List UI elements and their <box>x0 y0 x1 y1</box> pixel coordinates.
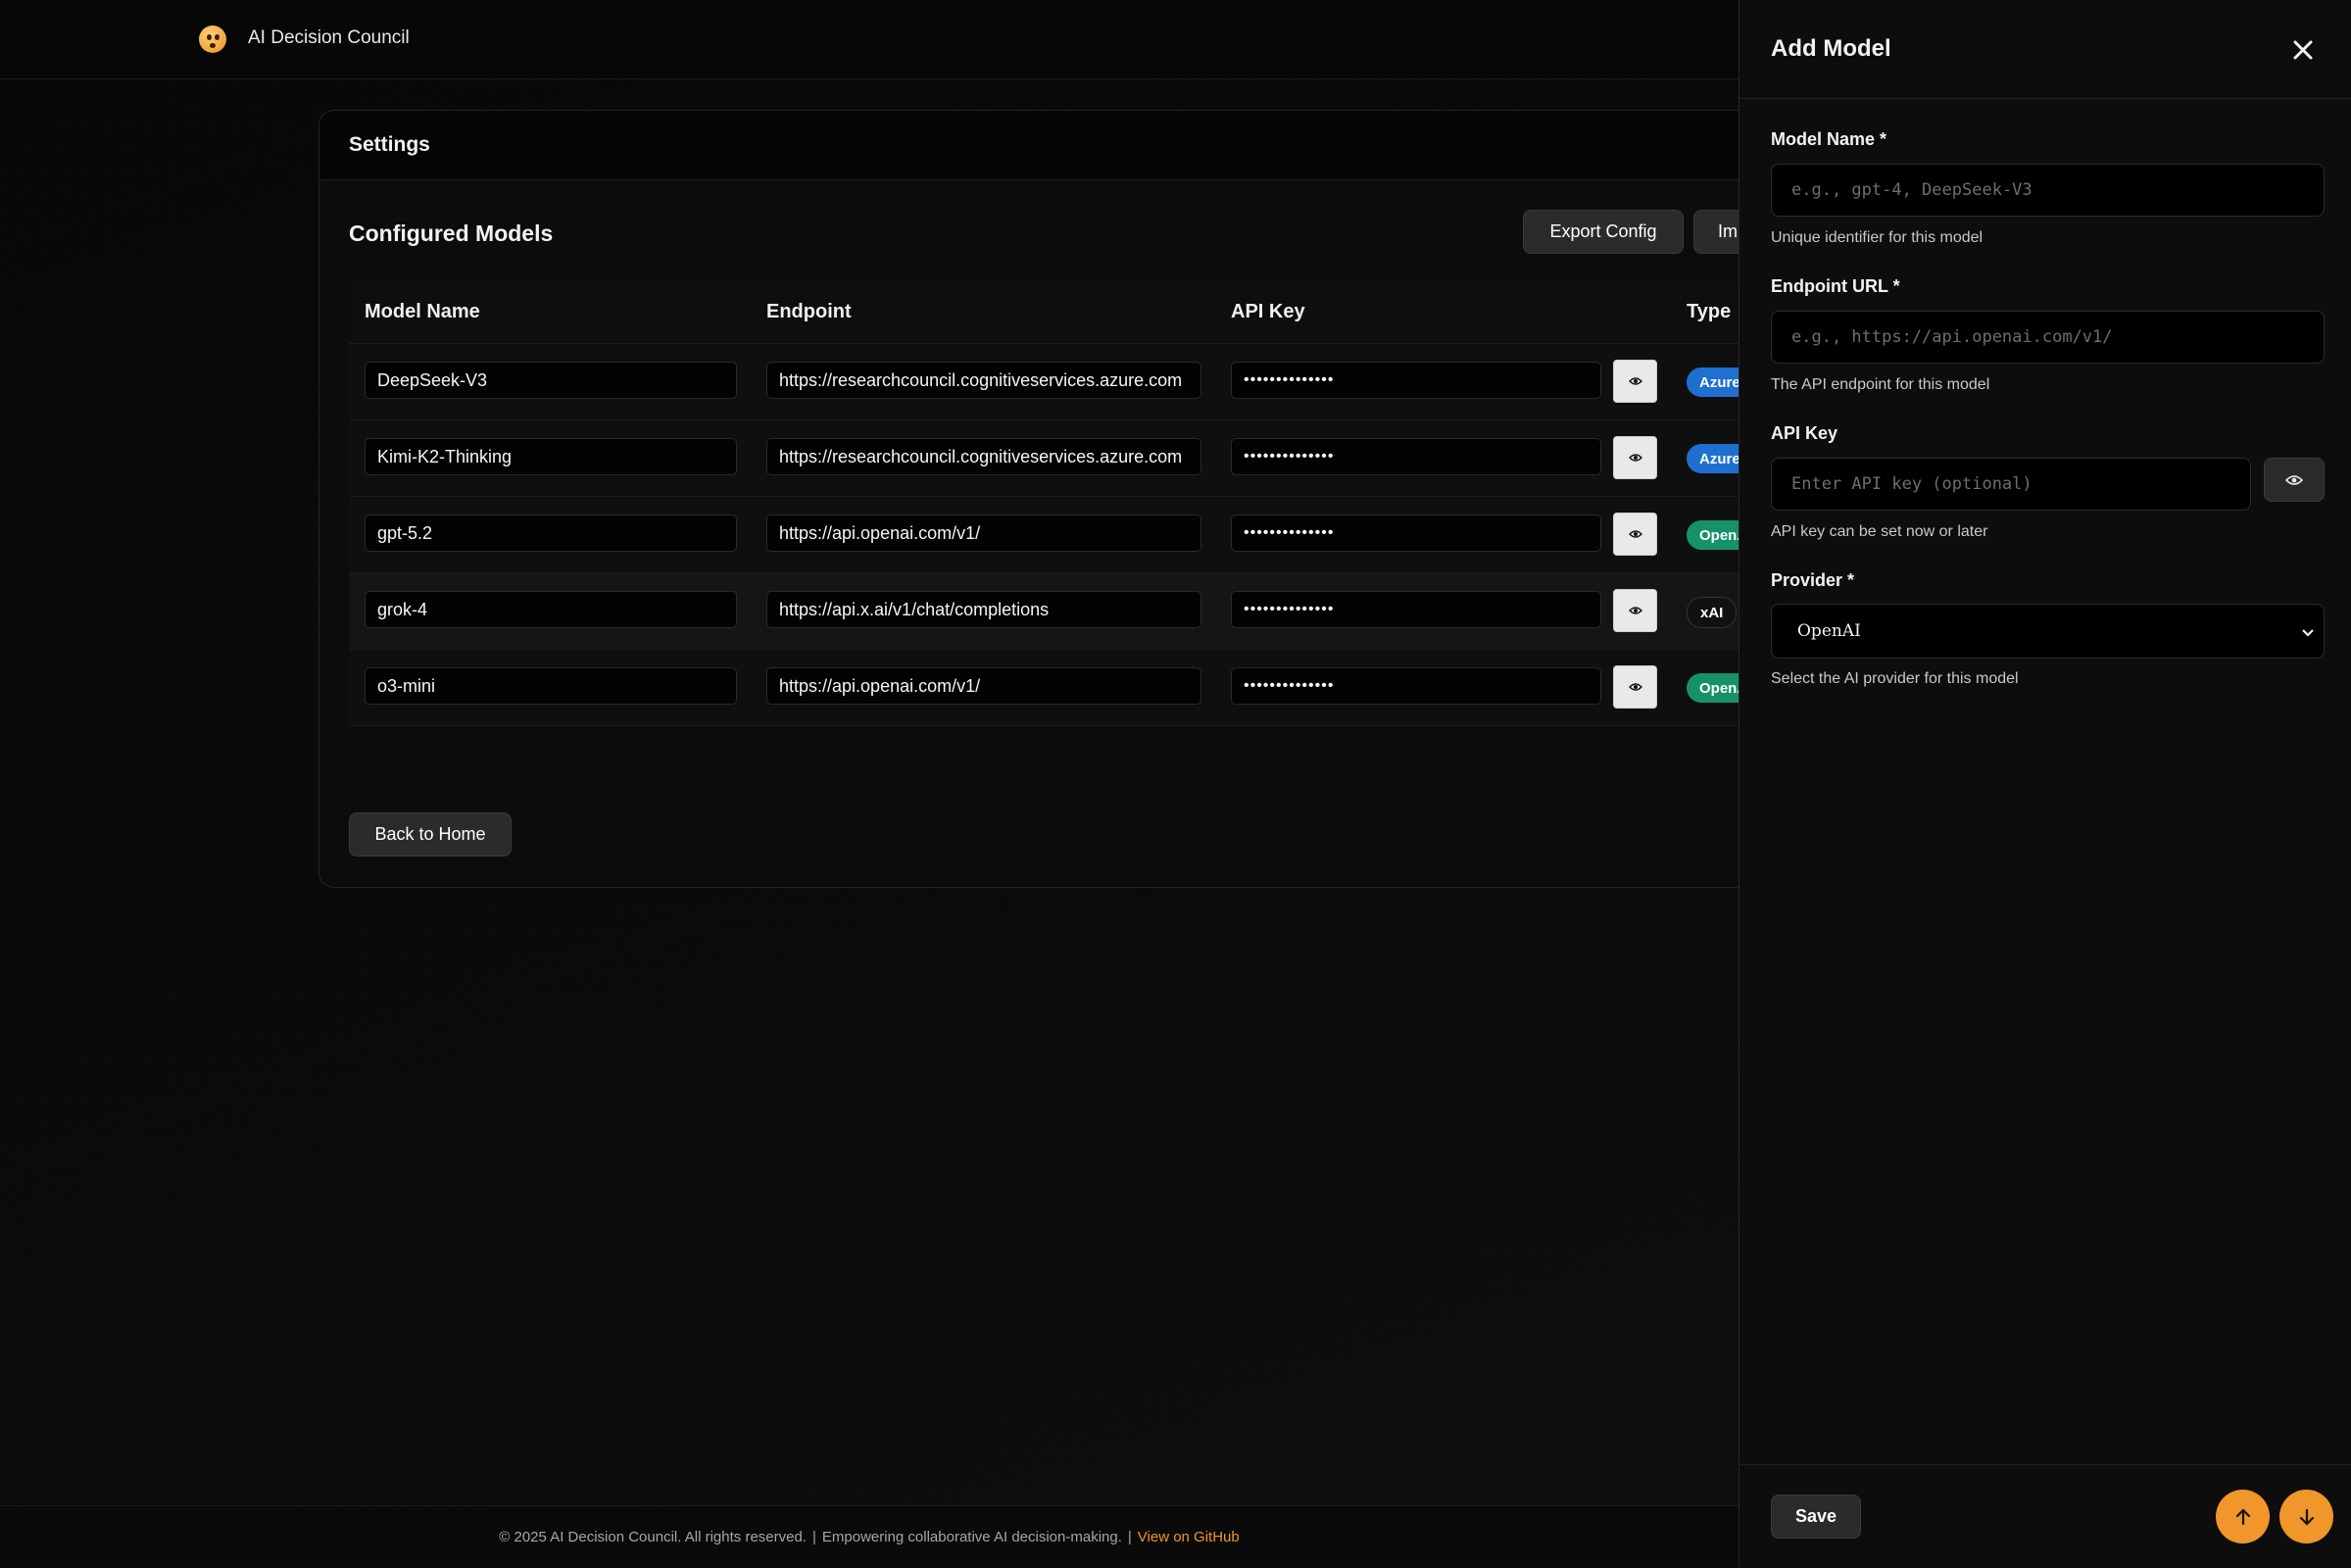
model-name-hint: Unique identifier for this model <box>1771 229 1984 246</box>
add-model-panel: Add Model Model Name * e.g., gpt-4, Deep… <box>1739 0 2351 1567</box>
model-name-input[interactable]: e.g., gpt-4, DeepSeek-V3 <box>1771 164 2325 217</box>
endpoint-url-hint: The API endpoint for this model <box>1771 376 1990 393</box>
provider-label: Provider * <box>1771 570 1855 590</box>
export-config-button[interactable]: Export Config <box>1523 210 1684 254</box>
api-key-cell-input[interactable]: •••••••••••••• <box>1231 438 1601 475</box>
panel-footer: Save <box>1739 1464 2351 1568</box>
close-icon[interactable] <box>2286 33 2320 67</box>
endpoint-cell-input[interactable]: https://researchcouncil.cognitiveservice… <box>766 362 1201 399</box>
panel-header: Add Model <box>1739 0 2351 99</box>
eye-icon <box>1628 454 1642 462</box>
footer: © 2025 AI Decision Council. All rights r… <box>0 1505 1739 1568</box>
api-key-cell-input[interactable]: •••••••••••••• <box>1231 514 1601 552</box>
api-key-cell-input[interactable]: •••••••••••••• <box>1231 362 1601 399</box>
column-header-type: Type <box>1687 301 1732 322</box>
eye-icon <box>1628 683 1642 691</box>
endpoint-cell-input[interactable]: https://api.x.ai/v1/chat/completions <box>766 591 1201 628</box>
api-key-hint: API key can be set now or later <box>1771 523 1988 540</box>
provider-hint: Select the AI provider for this model <box>1771 670 2019 687</box>
github-link[interactable]: View on GitHub <box>1138 1529 1240 1545</box>
arrow-down-icon <box>2299 1508 2314 1526</box>
table-row: o3-mini https://api.openai.com/v1/ •••••••… <box>349 650 1789 726</box>
endpoint-cell-input[interactable]: https://researchcouncil.cognitiveservice… <box>766 438 1201 475</box>
column-header-model-name: Model Name <box>365 301 480 322</box>
show-key-button[interactable] <box>1613 665 1657 709</box>
eye-icon <box>2285 474 2303 485</box>
back-to-home-button[interactable]: Back to Home <box>349 812 512 857</box>
show-key-button[interactable] <box>1613 513 1657 556</box>
chevron-down-icon <box>2302 629 2314 637</box>
table-header: Model Name Endpoint API Key Type <box>349 283 1789 344</box>
show-key-button[interactable] <box>1613 360 1657 403</box>
app-title[interactable]: AI Decision Council <box>248 27 410 49</box>
scroll-up-button[interactable] <box>2216 1490 2270 1544</box>
footer-separator: | <box>1127 1529 1132 1545</box>
models-table: Model Name Endpoint API Key Type DeepSee… <box>349 283 1789 726</box>
table-row: DeepSeek-V3 https://researchcouncil.cogni… <box>349 344 1789 420</box>
endpoint-cell-input[interactable]: https://api.openai.com/v1/ <box>766 667 1201 705</box>
api-key-label: API Key <box>1771 423 1838 443</box>
table-row: gpt-5.2 https://api.openai.com/v1/ •••••••… <box>349 497 1789 573</box>
endpoint-url-input[interactable]: e.g., https://api.openai.com/v1/ <box>1771 311 2325 364</box>
column-header-endpoint: Endpoint <box>766 301 852 322</box>
save-button[interactable]: Save <box>1771 1494 1861 1539</box>
api-key-cell-input[interactable]: •••••••••••••• <box>1231 591 1601 628</box>
table-row: grok-4 https://api.x.ai/v1/chat/completio… <box>349 573 1789 650</box>
logo-emoji-icon <box>199 25 226 53</box>
endpoint-cell-input[interactable]: https://api.openai.com/v1/ <box>766 514 1201 552</box>
scroll-down-button[interactable] <box>2279 1490 2333 1544</box>
eye-icon <box>1628 607 1642 614</box>
provider-value: OpenAI <box>1797 621 1861 641</box>
footer-tagline: Empowering collaborative AI decision-mak… <box>821 1529 1122 1545</box>
table-row: Kimi-K2-Thinking https://researchcouncil.… <box>349 420 1789 497</box>
top-bar: AI Decision Council <box>0 0 1739 79</box>
arrow-up-icon <box>2235 1507 2250 1525</box>
footer-copyright: © 2025 AI Decision Council. All rights r… <box>499 1529 807 1545</box>
type-badge: xAI <box>1687 597 1738 628</box>
model-name-cell-input[interactable]: gpt-5.2 <box>365 514 737 552</box>
model-name-label: Model Name * <box>1771 129 1887 149</box>
toggle-key-visibility-button[interactable] <box>2264 458 2325 502</box>
model-name-cell-input[interactable]: DeepSeek-V3 <box>365 362 737 399</box>
eye-icon <box>1628 377 1642 385</box>
settings-header: Settings <box>319 111 1789 180</box>
endpoint-url-label: Endpoint URL * <box>1771 276 1900 296</box>
api-key-input[interactable]: Enter API key (optional) <box>1771 458 2251 511</box>
model-name-cell-input[interactable]: o3-mini <box>365 667 737 705</box>
model-name-cell-input[interactable]: grok-4 <box>365 591 737 628</box>
section-title: Configured Models <box>349 220 554 246</box>
api-key-cell-input[interactable]: •••••••••••••• <box>1231 667 1601 705</box>
show-key-button[interactable] <box>1613 589 1657 632</box>
settings-card: Settings Configured Models Export Config… <box>318 110 1790 888</box>
eye-icon <box>1628 530 1642 538</box>
column-header-api-key: API Key <box>1231 301 1305 322</box>
footer-separator: | <box>811 1529 816 1545</box>
model-name-cell-input[interactable]: Kimi-K2-Thinking <box>365 438 737 475</box>
provider-select[interactable]: OpenAI <box>1771 604 2325 659</box>
panel-title: Add Model <box>1771 35 1891 62</box>
show-key-button[interactable] <box>1613 436 1657 479</box>
